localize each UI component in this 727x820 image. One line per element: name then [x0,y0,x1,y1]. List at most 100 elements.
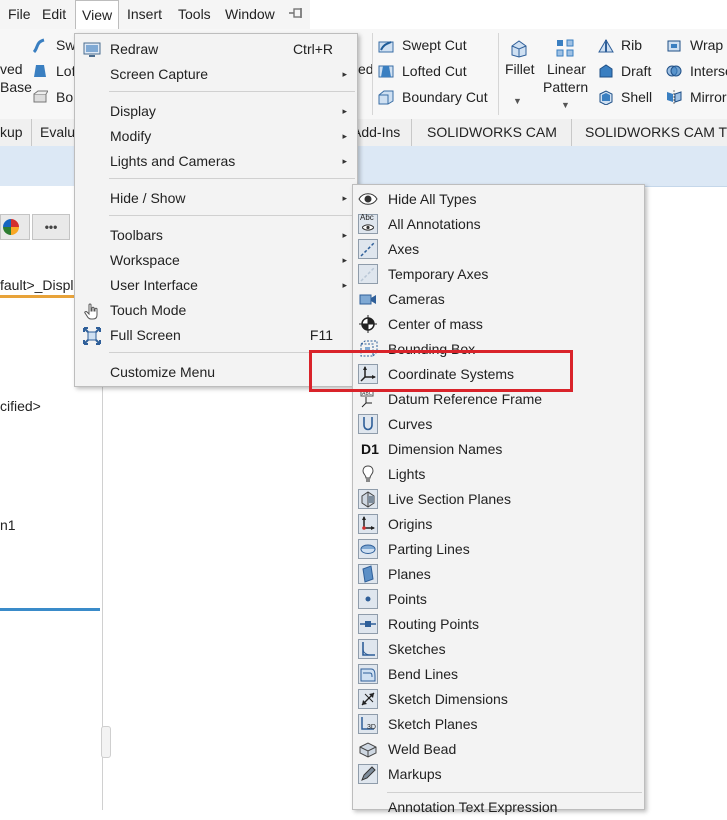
tab-add-ins[interactable]: Add-Ins [352,119,412,146]
tab-solidworks-cam[interactable]: SOLIDWORKS CAM [412,119,572,146]
intersect-icon[interactable] [666,63,682,79]
pin-icon[interactable] [288,6,304,22]
wrap-icon[interactable] [666,38,682,54]
menu-item-parting-lines[interactable]: Parting Lines [353,537,644,562]
camera-icon [359,294,376,305]
menu-edit[interactable]: Edit [42,0,66,29]
menu-item-origins[interactable]: Origins [353,512,644,537]
submenu-arrow-icon: ▸ [342,280,347,290]
linear-pattern-label-1[interactable]: Linear [547,61,586,77]
view-menu-dropdown: Redraw Ctrl+R Screen Capture ▸ Display ▸… [74,33,358,387]
menu-item-lights-and-cameras[interactable]: Lights and Cameras ▸ [75,149,357,174]
swept-boss-label[interactable]: Sw [56,37,75,53]
tree-display-state[interactable]: fault>_Displ [0,277,74,293]
lofted-boss-label[interactable]: Lof [56,63,75,79]
menu-item-curves[interactable]: Curves [353,412,644,437]
full-screen-icon [83,327,101,345]
fillet-dropdown-icon[interactable]: ▼ [513,96,522,106]
menu-item-live-section-planes[interactable]: Live Section Planes [353,487,644,512]
fillet-label[interactable]: Fillet [505,61,535,77]
menu-window[interactable]: Window [225,0,275,29]
menu-item-sketch-planes[interactable]: 3D Sketch Planes [353,712,644,737]
menu-item-dimension-names[interactable]: D1 Dimension Names [353,437,644,462]
menu-item-toolbars[interactable]: Toolbars ▸ [75,223,357,248]
menu-item-weld-bead[interactable]: Weld Bead [353,737,644,762]
menu-file[interactable]: File [8,0,31,29]
menu-item-full-screen[interactable]: Full Screen F11 [75,323,357,348]
linear-pattern-icon[interactable] [555,38,575,58]
menu-item-modify[interactable]: Modify ▸ [75,124,357,149]
tab-evaluate[interactable]: Evalu [32,119,76,146]
planes-icon [358,564,378,584]
menu-item-screen-capture[interactable]: Screen Capture ▸ [75,62,357,87]
menu-item-sketches[interactable]: Sketches [353,637,644,662]
wrap-label[interactable]: Wrap [690,37,723,53]
fillet-icon[interactable] [509,38,529,58]
linear-pattern-dropdown-icon[interactable]: ▼ [561,100,570,110]
boundary-cut-icon[interactable] [378,89,394,105]
menu-item-temporary-axes[interactable]: Temporary Axes [353,262,644,287]
lofted-cut-label[interactable]: Lofted Cut [402,63,467,79]
annotation-eye-icon: Abc [358,213,378,234]
rib-icon[interactable] [598,38,614,54]
curves-icon [358,414,378,434]
menu-item-routing-points[interactable]: Routing Points [353,612,644,637]
menu-item-hide-show[interactable]: Hide / Show ▸ [75,186,357,211]
swept-cut-icon[interactable] [378,38,394,54]
intersect-label[interactable]: Interse [690,63,727,79]
lofted-cut-icon[interactable] [378,63,394,79]
menu-item-axes[interactable]: Axes [353,237,644,262]
dimension-names-icon: D1 [361,441,379,457]
tab-markup[interactable]: kup [0,119,32,146]
submenu-arrow-icon: ▸ [342,131,347,141]
menu-item-touch-mode[interactable]: Touch Mode [75,298,357,323]
submenu-arrow-icon: ▸ [342,255,347,265]
menu-item-lights[interactable]: Lights [353,462,644,487]
menu-item-user-interface[interactable]: User Interface ▸ [75,273,357,298]
tree-item[interactable]: n1 [0,517,16,533]
menu-item-hide-all-types[interactable]: Hide All Types [353,187,644,212]
menu-item-display[interactable]: Display ▸ [75,99,357,124]
boundary-cut-label[interactable]: Boundary Cut [402,89,488,105]
swept-cut-label[interactable]: Swept Cut [402,37,467,53]
panel-splitter-handle[interactable] [101,726,111,758]
boundary-boss-icon[interactable] [32,89,48,105]
menu-item-markups[interactable]: Markups [353,762,644,787]
appearance-button[interactable] [0,214,30,240]
menu-bar: File Edit View Insert Tools Window [0,0,310,30]
menu-item-all-annotations[interactable]: Abc All Annotations [353,212,644,237]
tree-material-item[interactable]: cified> [0,398,41,414]
menu-item-center-of-mass[interactable]: Center of mass [353,312,644,337]
draft-label[interactable]: Draft [621,63,651,79]
swept-boss-icon[interactable] [32,38,48,54]
datum-reference-frame-icon: ABC [360,389,374,408]
sketch-planes-icon: 3D [358,714,378,734]
tab-solidworks-cam-tbm[interactable]: SOLIDWORKS CAM TI [572,119,727,146]
rib-label[interactable]: Rib [621,37,642,53]
more-button[interactable]: ••• [32,214,70,240]
draft-icon[interactable] [598,63,614,79]
menu-item-redraw[interactable]: Redraw Ctrl+R [75,37,357,62]
temporary-axes-icon [358,264,378,284]
menu-tools[interactable]: Tools [178,0,211,29]
shell-icon[interactable] [598,89,614,105]
shell-label[interactable]: Shell [621,89,652,105]
menu-item-planes[interactable]: Planes [353,562,644,587]
mirror-icon[interactable] [666,89,682,105]
menu-separator [109,215,355,216]
submenu-arrow-icon: ▸ [342,106,347,116]
lofted-boss-icon[interactable] [32,63,48,79]
menu-view[interactable]: View [75,0,120,29]
menu-item-points[interactable]: Points [353,587,644,612]
mirror-label[interactable]: Mirror [690,89,727,105]
linear-pattern-label-2[interactable]: Pattern [543,79,588,95]
menu-item-bend-lines[interactable]: Bend Lines [353,662,644,687]
menu-item-workspace[interactable]: Workspace ▸ [75,248,357,273]
menu-item-sketch-dimensions[interactable]: Sketch Dimensions [353,687,644,712]
center-of-mass-icon [359,315,377,333]
menu-item-annotation-text-expression[interactable]: Annotation Text Expression [353,795,644,820]
ribbon-separator [498,33,499,115]
menu-separator [109,91,355,92]
menu-item-cameras[interactable]: Cameras [353,287,644,312]
menu-insert[interactable]: Insert [127,0,162,29]
